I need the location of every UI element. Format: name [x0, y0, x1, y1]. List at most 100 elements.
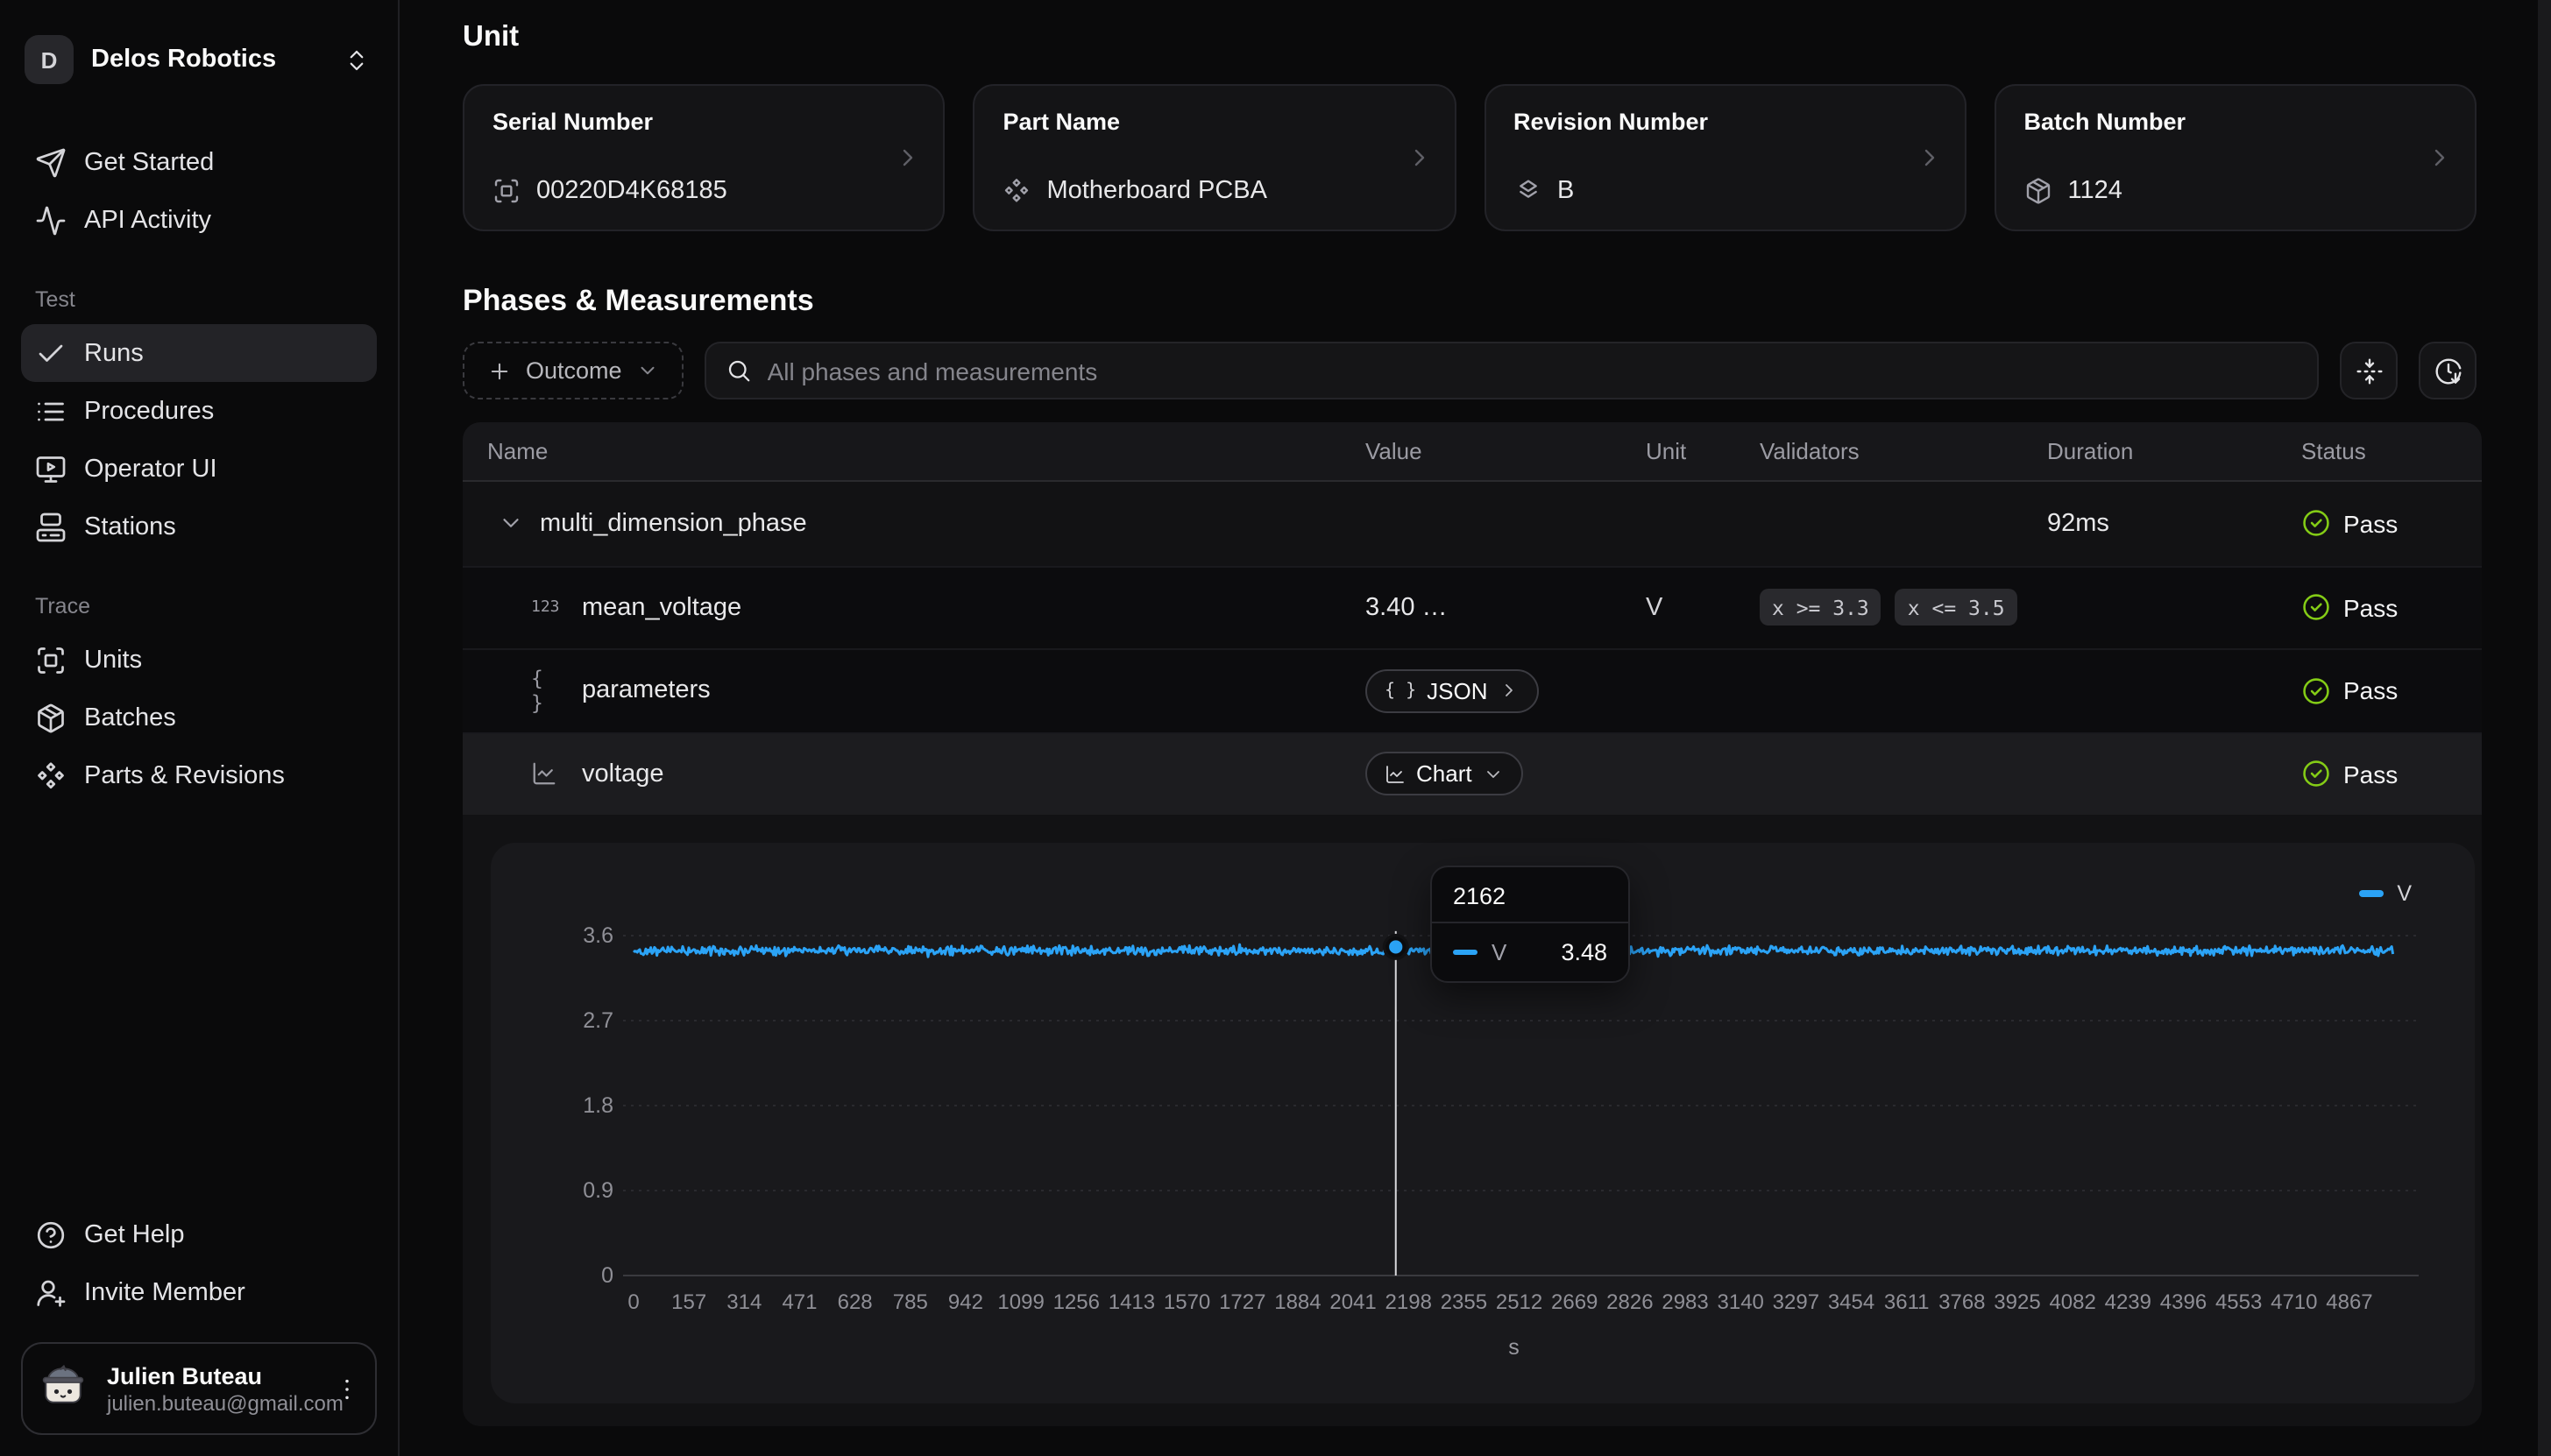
value-cell: Chart	[1365, 753, 1646, 796]
chevrons-up-down-icon	[344, 46, 370, 73]
svg-text:785: 785	[893, 1290, 928, 1314]
svg-text:3.6: 3.6	[583, 923, 613, 948]
app-root: D Delos Robotics Get Started API Activity…	[0, 0, 2551, 1456]
org-switcher[interactable]: D Delos Robotics	[21, 25, 377, 95]
chevron-down-icon[interactable]	[498, 511, 524, 537]
user-card[interactable]: Julien Buteau julien.buteau@gmail.com	[21, 1342, 377, 1435]
user-email: julien.buteau@gmail.com	[107, 1390, 315, 1415]
sidebar-item-units[interactable]: Units	[21, 631, 377, 689]
status-badge: Pass	[2301, 509, 2482, 539]
sidebar-item-invite-member[interactable]: Invite Member	[21, 1263, 377, 1321]
sidebar-item-get-started[interactable]: Get Started	[21, 133, 377, 191]
chevron-down-icon	[636, 359, 659, 382]
circle-check-icon	[2301, 676, 2331, 706]
page-title: Unit	[463, 21, 2477, 54]
sidebar-item-label: Procedures	[84, 397, 214, 425]
status-badge: Pass	[2301, 760, 2482, 789]
svg-text:314: 314	[726, 1290, 762, 1314]
component-icon	[35, 760, 67, 791]
legend-series-dash	[2358, 891, 2383, 897]
pill-label: Chart	[1416, 761, 1472, 788]
svg-text:2355: 2355	[1441, 1290, 1487, 1314]
phases-table: NameValueUnitValidatorsDurationStatus mu…	[463, 422, 2482, 1426]
braces-icon: { }	[1385, 682, 1416, 701]
svg-text:3297: 3297	[1773, 1290, 1819, 1314]
table-row-mean_voltage[interactable]: 123mean_voltage3.40 …Vx >= 3.3x <= 3.5Pa…	[463, 565, 2482, 648]
legend-series-label: V	[2397, 881, 2412, 906]
main-content: Unit Serial Number00220D4K68185Part Name…	[400, 0, 2477, 1456]
sidebar-item-label: Get Started	[84, 148, 214, 176]
name-cell: { }parameters	[463, 667, 1365, 716]
sidebar-item-label: Parts & Revisions	[84, 761, 285, 789]
history-button[interactable]	[2419, 342, 2477, 399]
table-row-voltage[interactable]: voltage Chart Pass	[463, 732, 2482, 815]
user-avatar	[37, 1358, 89, 1419]
sidebar-item-stations[interactable]: Stations	[21, 498, 377, 555]
plus-icon	[487, 358, 512, 383]
send-icon	[35, 146, 67, 178]
unit-card-revision-number[interactable]: Revision NumberB	[1484, 84, 1966, 231]
svg-text:471: 471	[782, 1290, 817, 1314]
user-name: Julien Buteau	[107, 1362, 315, 1389]
sidebar-item-label: API Activity	[84, 206, 211, 234]
sidebar-item-get-help[interactable]: Get Help	[21, 1205, 377, 1263]
svg-text:2669: 2669	[1551, 1290, 1598, 1314]
sidebar-item-operator-ui[interactable]: Operator UI	[21, 440, 377, 498]
scan-icon	[35, 644, 67, 675]
sidebar-item-parts-revisions[interactable]: Parts & Revisions	[21, 746, 377, 804]
svg-text:628: 628	[838, 1290, 873, 1314]
svg-text:s: s	[1508, 1335, 1520, 1360]
table-row-multi_dimension_phase[interactable]: multi_dimension_phase92msPass	[463, 482, 2482, 565]
status-badge: Pass	[2301, 593, 2482, 623]
tooltip-x-value: 2162	[1432, 867, 1628, 923]
chevron-right-icon	[2426, 144, 2454, 172]
search-icon	[726, 357, 752, 384]
package-icon	[35, 702, 67, 733]
sidebar: D Delos Robotics Get Started API Activity…	[0, 0, 400, 1456]
ellipsis-vertical-icon[interactable]	[333, 1375, 361, 1403]
status-badge: Pass	[2301, 676, 2482, 706]
chart-line-icon	[531, 761, 566, 788]
unit-card-serial-number[interactable]: Serial Number00220D4K68185	[463, 84, 946, 231]
table-header: NameValueUnitValidatorsDurationStatus	[463, 422, 2482, 482]
svg-text:4867: 4867	[2326, 1290, 2372, 1314]
svg-text:2983: 2983	[1662, 1290, 1708, 1314]
search-icon	[726, 357, 752, 384]
tooltip-series-dash	[1453, 950, 1477, 956]
unit-card-part-name[interactable]: Part NameMotherboard PCBA	[974, 84, 1456, 231]
clock-arrow-down-icon	[2434, 357, 2462, 385]
svg-text:2041: 2041	[1329, 1290, 1376, 1314]
json-pill[interactable]: { }JSON	[1365, 669, 1538, 713]
row-name: voltage	[582, 760, 664, 788]
user-plus-icon	[35, 1276, 67, 1308]
unit-card-batch-number[interactable]: Batch Number1124	[1995, 84, 2477, 231]
sidebar-item-label: Batches	[84, 703, 176, 732]
svg-text:3768: 3768	[1938, 1290, 1985, 1314]
search-input[interactable]	[768, 357, 2298, 385]
collapse-rows-button[interactable]	[2340, 342, 2398, 399]
table-row-parameters[interactable]: { }parameters{ }JSON Pass	[463, 648, 2482, 732]
svg-text:0: 0	[601, 1263, 613, 1288]
sidebar-item-label: Operator UI	[84, 455, 217, 483]
org-name: Delos Robotics	[91, 46, 326, 74]
page-scrollbar[interactable]	[2538, 0, 2551, 1456]
outcome-filter-button[interactable]: Outcome	[463, 342, 684, 399]
outcome-filter-label: Outcome	[526, 357, 622, 384]
sidebar-item-procedures[interactable]: Procedures	[21, 382, 377, 440]
plus-icon	[487, 358, 512, 383]
phases-toolbar: Outcome	[463, 342, 2477, 399]
svg-text:0: 0	[627, 1290, 639, 1314]
computer-icon	[35, 511, 67, 542]
svg-text:1099: 1099	[997, 1290, 1044, 1314]
status-label: Pass	[2343, 677, 2398, 705]
chart-pill[interactable]: Chart	[1365, 753, 1523, 796]
column-header-duration: Duration	[2047, 438, 2301, 464]
value-cell: { }JSON	[1365, 669, 1646, 713]
circle-help-icon	[35, 1219, 67, 1250]
unit-cell: V	[1646, 594, 1760, 622]
sidebar-spacer	[21, 804, 377, 1205]
sidebar-item-batches[interactable]: Batches	[21, 689, 377, 746]
chevron-right-icon	[1405, 144, 1433, 172]
sidebar-item-runs[interactable]: Runs	[21, 324, 377, 382]
sidebar-item-api-activity[interactable]: API Activity	[21, 191, 377, 249]
